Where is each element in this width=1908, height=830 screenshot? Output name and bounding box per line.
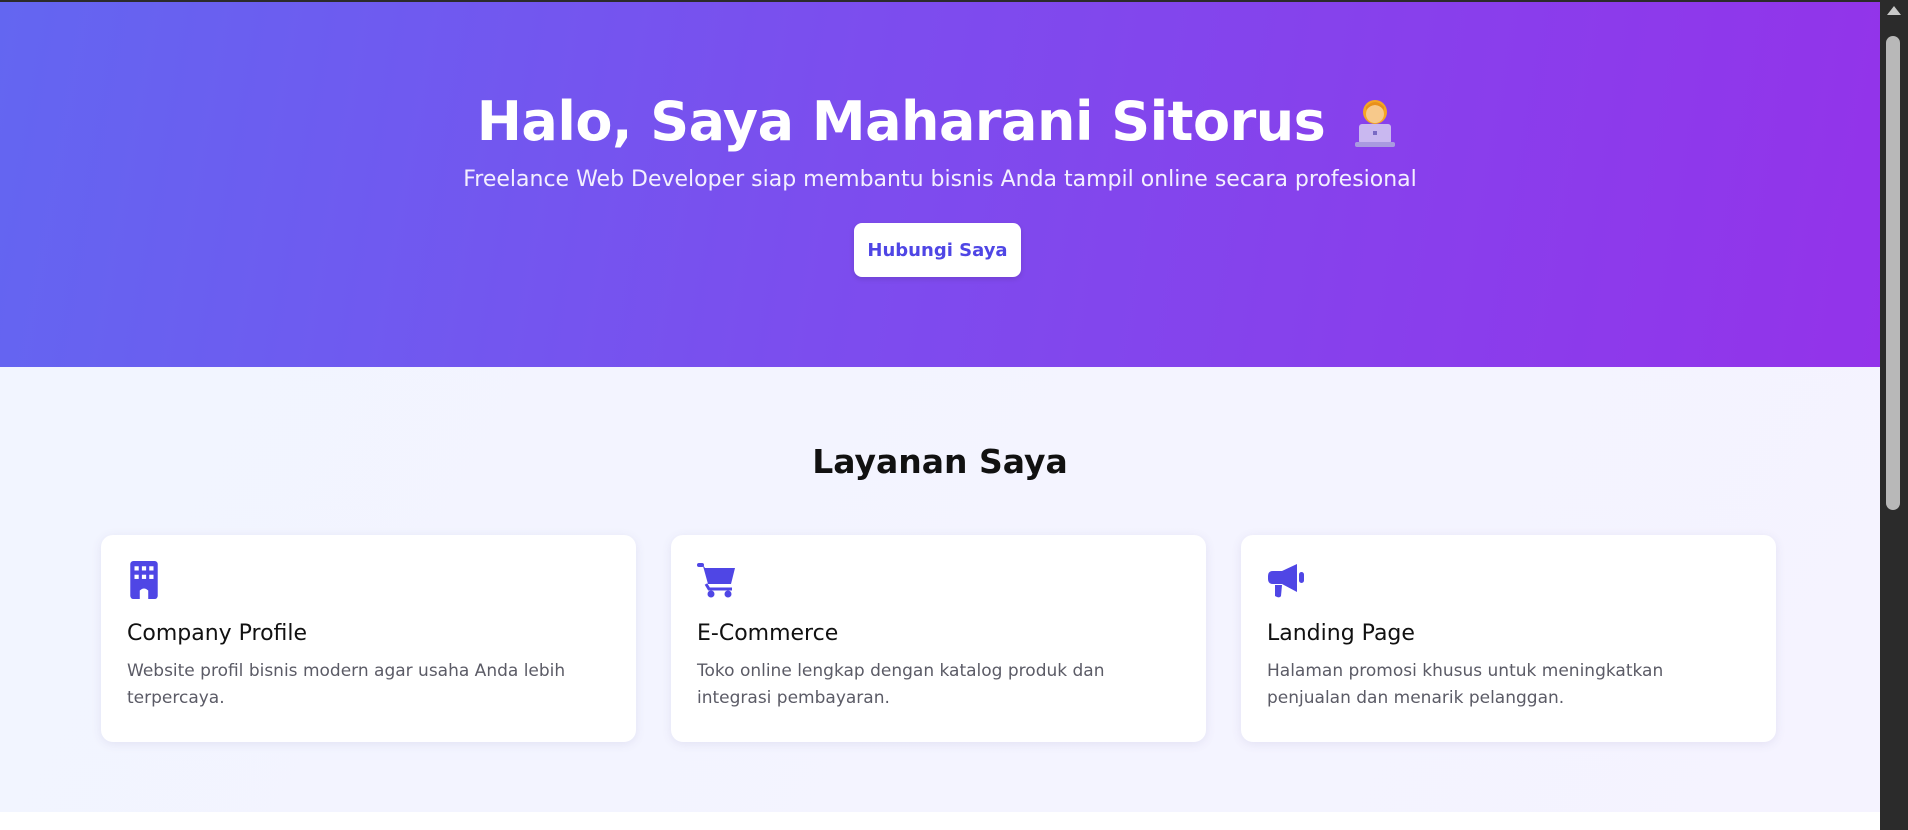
services-section: Layanan Saya Company Profile Website pro… [0,367,1880,812]
page-viewport: Halo, Saya Maharani Sitorus Freelance We… [0,2,1880,830]
service-card-title: E-Commerce [697,621,839,646]
hero-title-text: Halo, Saya Maharani Sitorus [476,90,1326,153]
woman-technologist-emoji-icon [1355,99,1396,147]
building-icon [130,561,158,599]
service-card-title: Landing Page [1267,621,1415,646]
shopping-cart-icon [697,563,735,598]
service-card-description: Toko online lengkap dengan katalog produ… [697,661,1105,708]
services-title: Layanan Saya [812,442,1068,481]
service-card-company-profile: Company Profile Website profil bisnis mo… [101,535,636,742]
hero-subtitle: Freelance Web Developer siap membantu bi… [463,167,1417,192]
hero-section: Halo, Saya Maharani Sitorus Freelance We… [0,2,1880,367]
scrollbar-thumb[interactable] [1886,36,1900,510]
service-card-e-commerce: E-Commerce Toko online lengkap dengan ka… [671,535,1206,742]
megaphone-icon [1268,564,1304,598]
service-card-description: Halaman promosi khusus untuk meningkatka… [1267,661,1664,708]
service-card-landing-page: Landing Page Halaman promosi khusus untu… [1241,535,1776,742]
scroll-up-arrow-icon[interactable] [1887,6,1901,15]
hero-title: Halo, Saya Maharani Sitorus [0,90,1880,153]
service-card-description: Website profil bisnis modern agar usaha … [127,661,566,708]
next-section-edge [0,812,1880,830]
service-card-title: Company Profile [127,621,308,646]
contact-me-button[interactable]: Hubungi Saya [854,223,1021,277]
